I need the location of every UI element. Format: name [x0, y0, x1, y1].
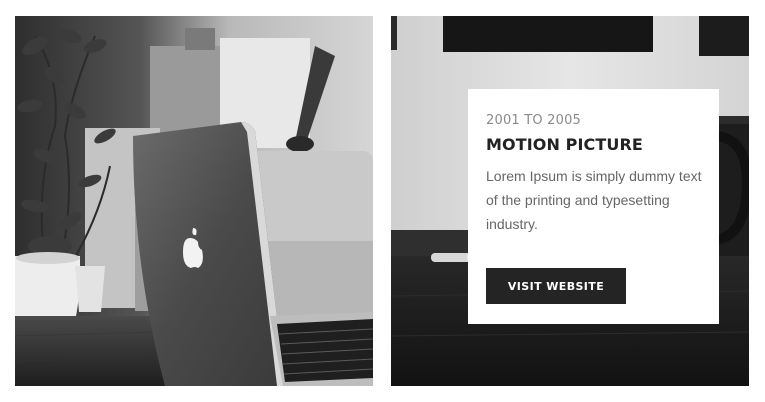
laptop-photo: [15, 16, 373, 386]
laptop-photo-art: [15, 16, 373, 386]
card-title: MOTION PICTURE: [486, 135, 643, 154]
project-card: 2001 TO 2005 MOTION PICTURE Lorem Ipsum …: [468, 89, 719, 324]
card-description: Lorem Ipsum is simply dummy text of the …: [486, 168, 702, 232]
date-range: 2001 TO 2005: [486, 113, 582, 128]
visit-website-button[interactable]: VISIT WEBSITE: [486, 268, 626, 304]
